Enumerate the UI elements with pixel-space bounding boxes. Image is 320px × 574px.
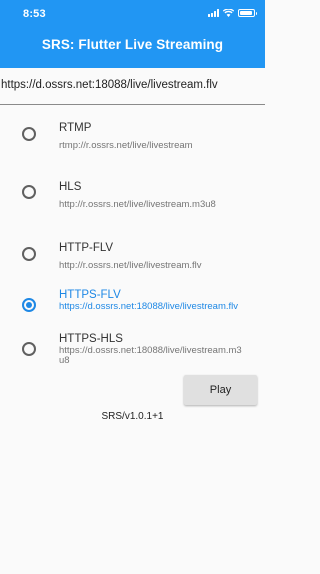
radio-hls[interactable]	[22, 185, 36, 199]
option-https-flv[interactable]: HTTPS-FLV https://d.ossrs.net:18088/live…	[0, 288, 265, 328]
option-hls[interactable]: HLS http://r.ossrs.net/live/livestream.m…	[0, 178, 265, 218]
radio-https-hls[interactable]	[22, 342, 36, 356]
play-button[interactable]: Play	[184, 375, 257, 405]
app-bar: 8:53 SRS: Flutter Live Streaming	[0, 0, 265, 68]
radio-https-flv[interactable]	[22, 298, 36, 312]
status-time: 8:53	[23, 8, 46, 20]
status-icons	[208, 9, 257, 17]
option-title: HTTPS-FLV	[59, 289, 121, 301]
wifi-icon	[223, 9, 234, 17]
option-title: RTMP	[59, 122, 92, 134]
cellular-signal-icon	[208, 9, 219, 17]
app-title: SRS: Flutter Live Streaming	[41, 37, 224, 52]
url-input-value[interactable]: https://d.ossrs.net:18088/live/livestrea…	[1, 79, 218, 91]
radio-http-flv[interactable]	[22, 247, 36, 261]
option-url: https://d.ossrs.net:18088/live/livestrea…	[59, 345, 242, 366]
option-url: http://r.ossrs.net/live/livestream.m3u8	[59, 199, 216, 210]
option-url: rtmp://r.ossrs.net/live/livestream	[59, 140, 193, 151]
option-url: http://r.ossrs.net/live/livestream.flv	[59, 260, 202, 271]
option-title: HTTP-FLV	[59, 242, 114, 254]
radio-rtmp[interactable]	[22, 127, 36, 141]
option-http-flv[interactable]: HTTP-FLV http://r.ossrs.net/live/livestr…	[0, 239, 265, 279]
battery-icon	[238, 9, 257, 17]
option-title: HTTPS-HLS	[59, 333, 123, 345]
option-url: https://d.ossrs.net:18088/live/livestrea…	[59, 301, 238, 312]
version-text: SRS/v1.0.1+1	[101, 411, 164, 422]
option-rtmp[interactable]: RTMP rtmp://r.ossrs.net/live/livestream	[0, 120, 265, 160]
url-input-field[interactable]: https://d.ossrs.net:18088/live/livestrea…	[0, 68, 265, 105]
option-title: HLS	[59, 181, 82, 193]
option-https-hls[interactable]: HTTPS-HLS https://d.ossrs.net:18088/live…	[0, 331, 265, 371]
